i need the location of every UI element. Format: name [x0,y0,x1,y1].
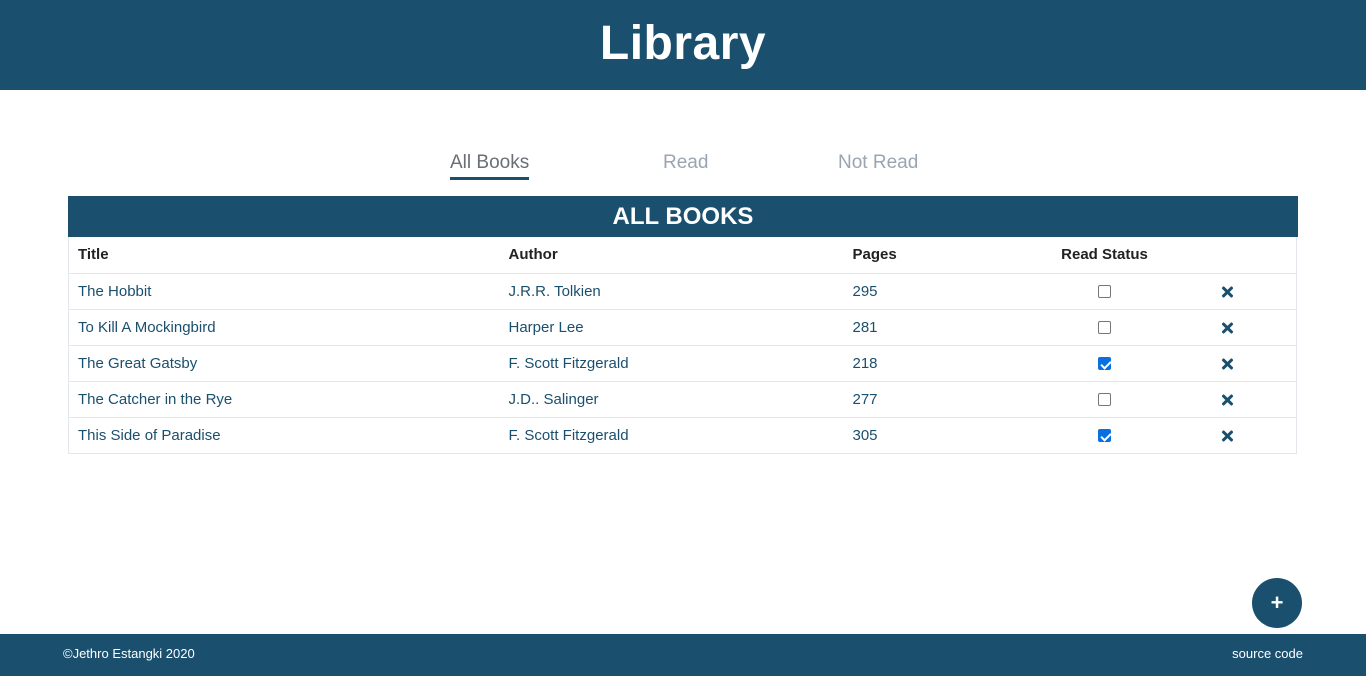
book-author: Harper Lee [508,309,853,346]
books-table: Title Author Pages Read Status The Hobbi… [68,237,1297,454]
table-row: The Great Gatsby F. Scott Fitzgerald 218 [68,345,1297,382]
read-status-cell [1049,381,1160,418]
read-status-cell [1049,309,1160,346]
app-header: Library [0,0,1366,90]
page-footer: ©Jethro Estangki 2020 source code [0,634,1366,676]
read-status-cell [1049,273,1160,310]
book-pages: 295 [852,273,1050,310]
table-row: To Kill A Mockingbird Harper Lee 281 [68,309,1297,346]
delete-cell [1159,309,1297,346]
read-status-checkbox[interactable] [1098,393,1111,407]
close-icon[interactable] [1222,394,1234,406]
close-icon[interactable] [1222,286,1234,298]
read-status-cell [1049,345,1160,382]
book-author: F. Scott Fitzgerald [508,345,853,382]
delete-cell [1159,273,1297,310]
table-row: The Hobbit J.R.R. Tolkien 295 [68,273,1297,310]
delete-cell [1159,381,1297,418]
books-table-section: ALL BOOKS Title Author Pages Read Status… [68,196,1298,454]
close-icon[interactable] [1222,430,1234,442]
column-header-delete [1159,237,1297,274]
book-author: J.R.R. Tolkien [508,273,853,310]
table-banner: ALL BOOKS [68,196,1298,237]
source-code-link[interactable]: source code [1232,646,1303,661]
filter-tabs: All Books Read Not Read [0,152,1366,184]
book-title: The Great Gatsby [68,345,509,382]
book-author: F. Scott Fitzgerald [508,417,853,454]
read-status-checkbox[interactable] [1098,429,1111,443]
read-status-checkbox[interactable] [1098,321,1111,335]
column-header-read-status: Read Status [1049,237,1160,274]
book-title: This Side of Paradise [68,417,509,454]
book-title: The Catcher in the Rye [68,381,509,418]
table-header-row: Title Author Pages Read Status [68,237,1297,274]
copyright-text: ©Jethro Estangki 2020 [63,646,195,661]
tab-not-read[interactable]: Not Read [838,152,918,177]
delete-cell [1159,417,1297,454]
column-header-title: Title [68,237,509,274]
book-pages: 218 [852,345,1050,382]
read-status-checkbox[interactable] [1098,285,1111,299]
book-author: J.D.. Salinger [508,381,853,418]
tab-read[interactable]: Read [663,152,708,177]
book-title: The Hobbit [68,273,509,310]
column-header-pages: Pages [852,237,1050,274]
table-row: The Catcher in the Rye J.D.. Salinger 27… [68,381,1297,418]
delete-cell [1159,345,1297,382]
tab-all-books[interactable]: All Books [450,152,530,180]
close-icon[interactable] [1222,358,1234,370]
read-status-cell [1049,417,1160,454]
add-book-button[interactable]: + [1252,578,1302,628]
column-header-author: Author [508,237,853,274]
page-title: Library [599,16,767,70]
read-status-checkbox[interactable] [1098,357,1111,371]
book-title: To Kill A Mockingbird [68,309,509,346]
book-pages: 277 [852,381,1050,418]
book-pages: 305 [852,417,1050,454]
plus-icon: + [1270,590,1284,615]
table-row: This Side of Paradise F. Scott Fitzgeral… [68,417,1297,454]
close-icon[interactable] [1222,322,1234,334]
book-pages: 281 [852,309,1050,346]
